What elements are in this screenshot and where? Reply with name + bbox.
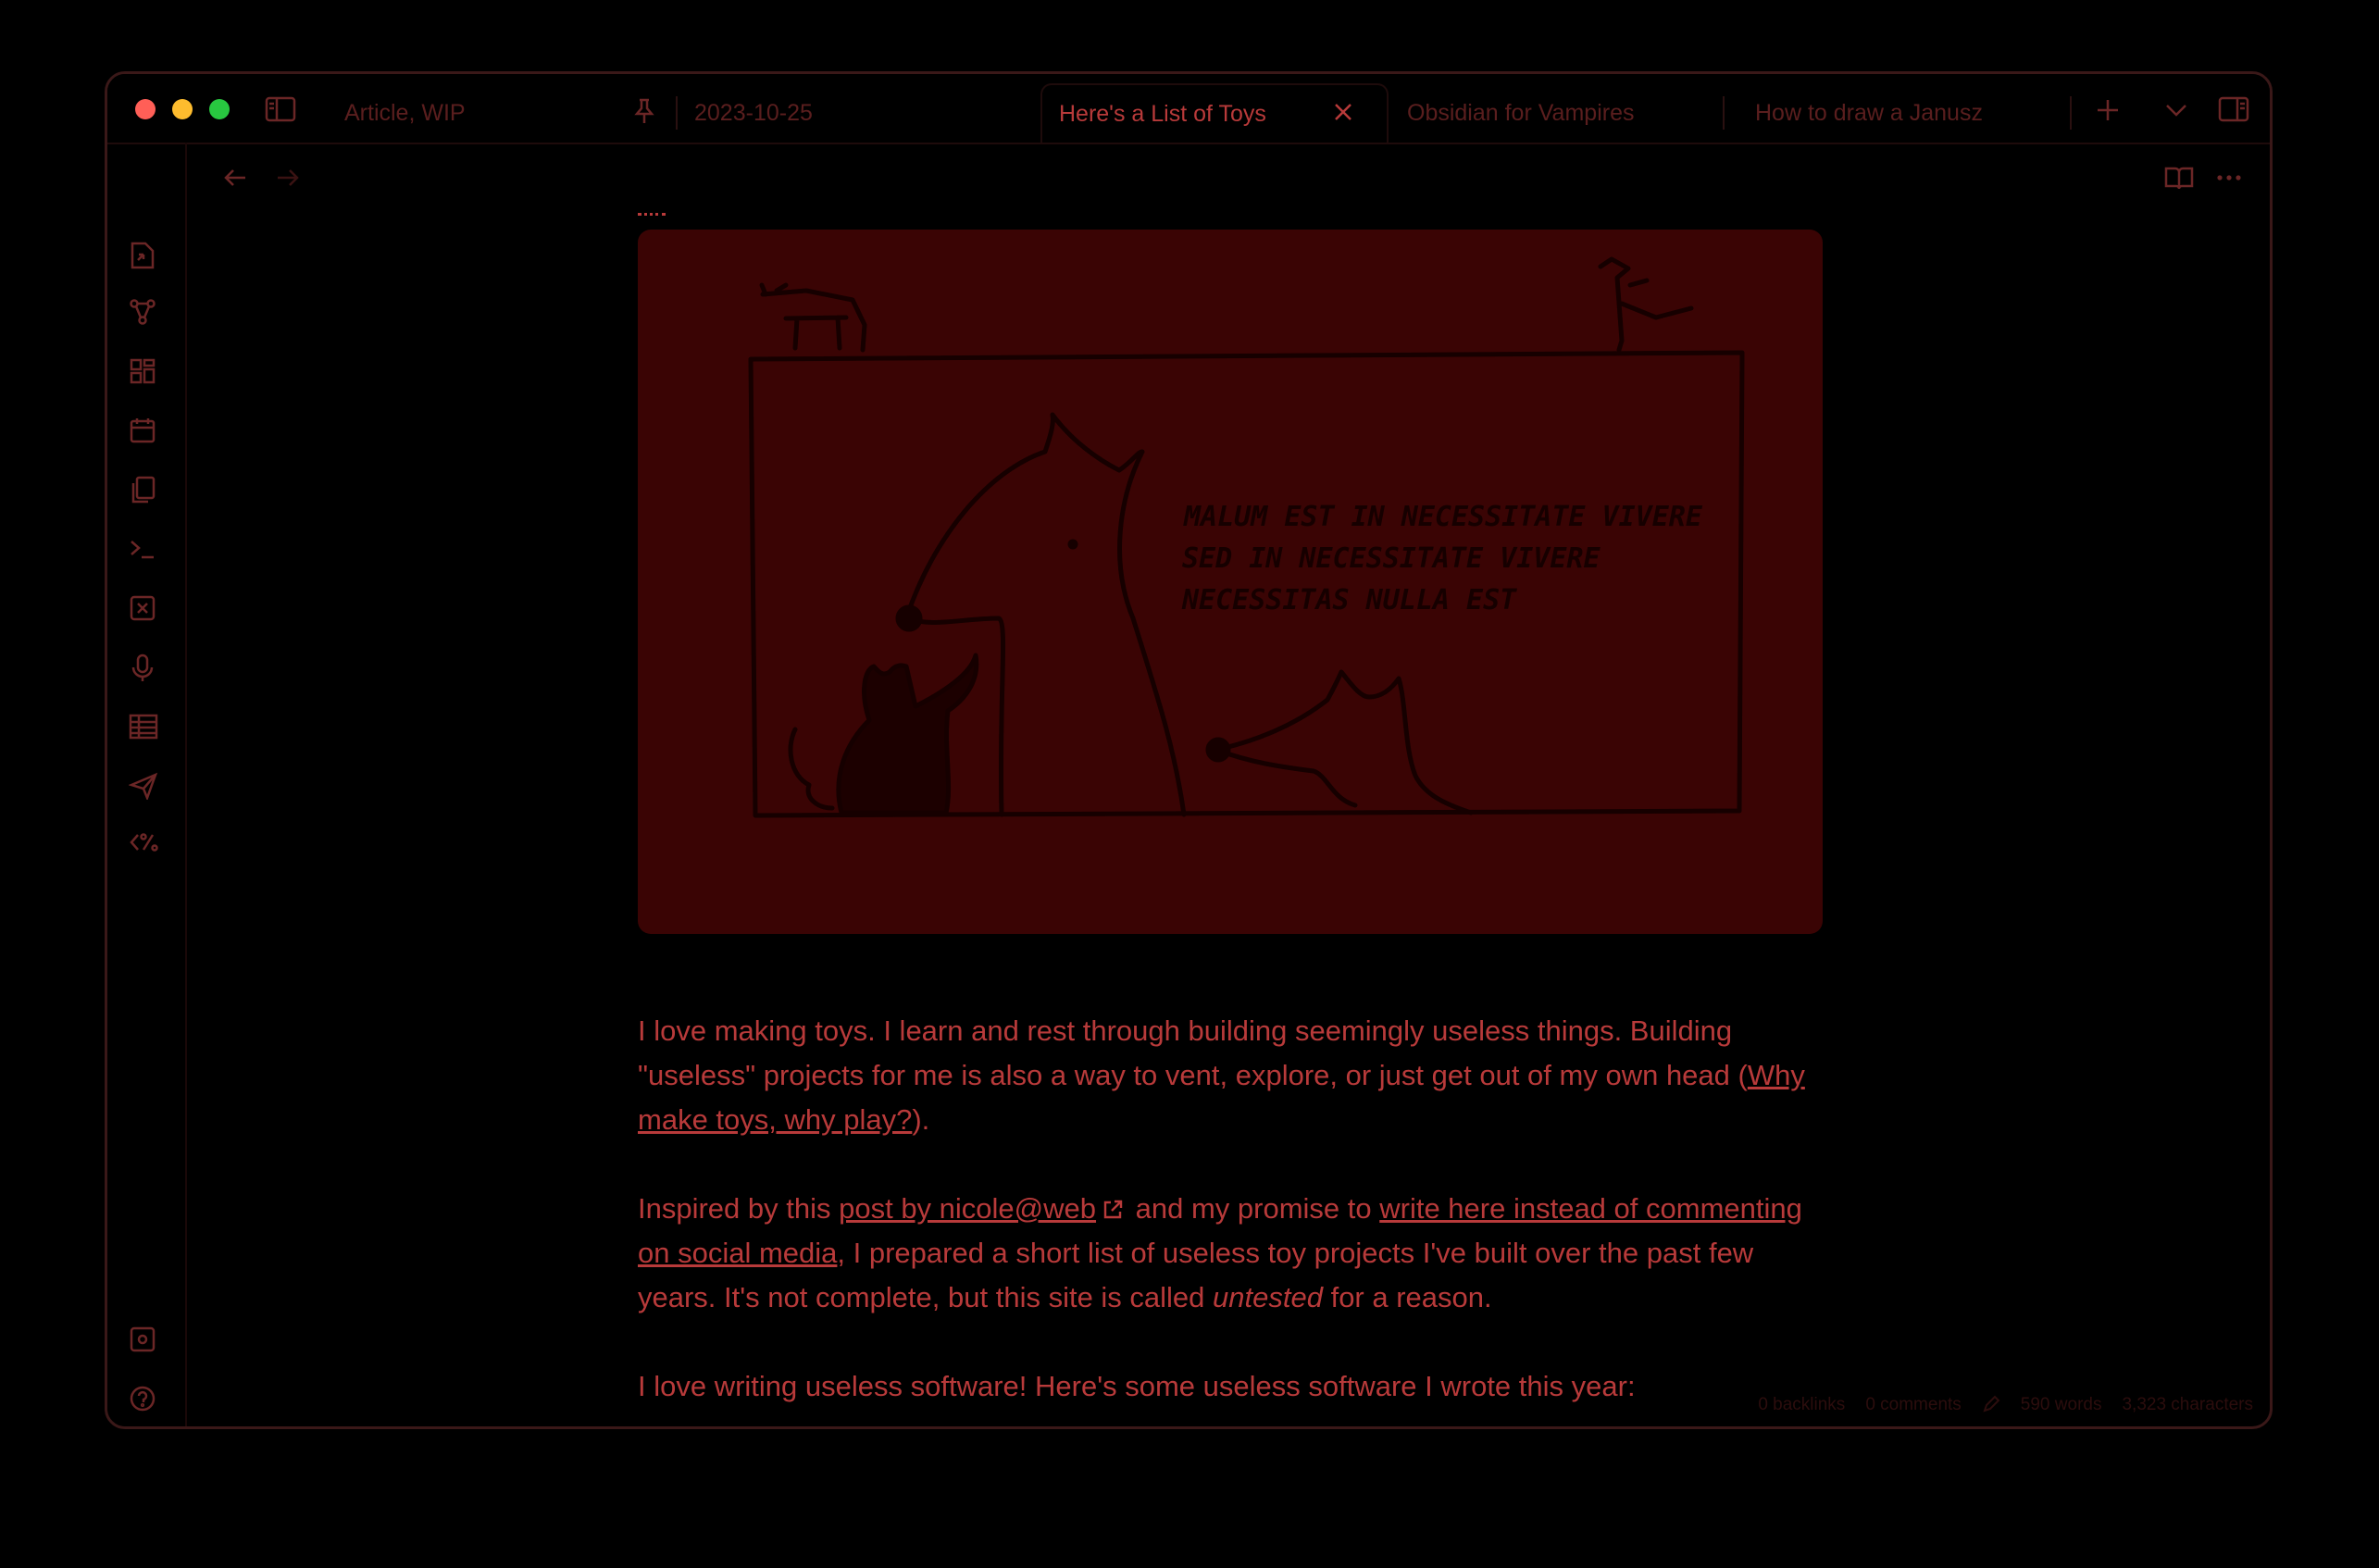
- paragraph-3: I love writing useless software! Here's …: [638, 1370, 1636, 1402]
- minimize-window-button[interactable]: [172, 99, 193, 119]
- tab-label: Here's a List of Toys: [1059, 100, 1266, 127]
- close-tab-icon[interactable]: [1333, 102, 1353, 122]
- right-sidebar-toggle-icon[interactable]: [2218, 96, 2249, 122]
- canvas-icon[interactable]: [129, 357, 156, 385]
- status-character-count: 3,323 characters: [2122, 1395, 2253, 1414]
- paragraph-text: I love making toys. I learn and rest thr…: [638, 1014, 1748, 1091]
- microphone-icon[interactable]: [129, 653, 156, 683]
- templater-icon[interactable]: [129, 831, 162, 853]
- publish-icon[interactable]: [129, 772, 158, 800]
- note-body: I love making toys. I learn and rest thr…: [638, 1009, 1832, 1426]
- back-arrow-icon[interactable]: [223, 167, 249, 189]
- paragraph-2: Inspired by this post by nicole@web and …: [638, 1187, 1832, 1320]
- paragraph-text: and my promise to: [1127, 1192, 1380, 1225]
- frontmatter-fold-marker[interactable]: [638, 213, 666, 223]
- graph-view-icon[interactable]: [129, 298, 156, 326]
- note-illustration: MALUM EST IN NECESSITATE VIVERE SED IN N…: [638, 230, 1823, 934]
- status-backlinks[interactable]: 0 backlinks: [1758, 1395, 1845, 1419]
- pin-icon[interactable]: [632, 97, 656, 125]
- tab-label: Obsidian for Vampires: [1407, 99, 1635, 126]
- random-note-icon[interactable]: [129, 594, 156, 622]
- status-comments[interactable]: 0 comments: [1865, 1395, 1961, 1419]
- reading-view-book-icon[interactable]: [2164, 165, 2194, 191]
- paragraph-text: ).: [912, 1103, 930, 1136]
- calendar-icon[interactable]: [129, 417, 156, 444]
- tab-label: How to draw a Janusz: [1755, 99, 1983, 126]
- paragraph-1: I love making toys. I learn and rest thr…: [638, 1009, 1832, 1142]
- emphasis-untested: untested: [1213, 1281, 1323, 1313]
- illustration-caption-line-2: SED IN NECESSITATE VIVERE: [1182, 542, 1601, 575]
- table-icon[interactable]: [129, 713, 158, 740]
- tab-article-wip[interactable]: Article, WIP: [328, 83, 670, 143]
- tab-bar: Article, WIP 2023-10-25 Here's a List of…: [107, 74, 2270, 144]
- tab-label: 2023-10-25: [694, 99, 813, 126]
- more-options-icon[interactable]: [2216, 174, 2242, 181]
- link-post-by-nicole[interactable]: post by nicole@web: [839, 1192, 1096, 1225]
- tab-how-to-draw-a-janusz[interactable]: How to draw a Janusz: [1738, 83, 2081, 143]
- edit-pencil-icon[interactable]: [1982, 1395, 2000, 1419]
- illustration-caption-line-1: MALUM EST IN NECESSITATE VIVERE: [1183, 501, 1703, 533]
- left-ribbon: [107, 143, 187, 1426]
- command-palette-icon[interactable]: [129, 535, 156, 563]
- illustration-caption-line-3: NECESSITAS NULLA EST: [1181, 584, 1517, 616]
- status-word-count: 590 words: [2020, 1395, 2102, 1414]
- app-window: Article, WIP 2023-10-25 Here's a List of…: [105, 71, 2273, 1429]
- open-quick-switcher-icon[interactable]: [129, 240, 156, 269]
- status-bar: 0 backlinks 0 comments 590 words 3,323 c…: [1758, 1395, 2253, 1419]
- paragraph-text: Inspired by this: [638, 1192, 840, 1225]
- external-link-icon: [1096, 1192, 1127, 1225]
- templates-icon[interactable]: [129, 476, 156, 505]
- tab-2023-10-25[interactable]: 2023-10-25: [678, 83, 1039, 143]
- vault-icon[interactable]: [129, 1325, 156, 1353]
- forward-arrow-icon[interactable]: [274, 167, 300, 189]
- help-icon[interactable]: [129, 1385, 156, 1412]
- tab-label: Article, WIP: [344, 99, 466, 126]
- close-window-button[interactable]: [135, 99, 156, 119]
- tab-obsidian-for-vampires[interactable]: Obsidian for Vampires: [1390, 83, 1733, 143]
- new-tab-icon[interactable]: [2096, 98, 2120, 122]
- paragraph-text: for a reason.: [1322, 1281, 1492, 1313]
- sidebar-toggle-icon[interactable]: [265, 96, 296, 122]
- maximize-window-button[interactable]: [209, 99, 230, 119]
- chevron-down-icon[interactable]: [2164, 102, 2188, 118]
